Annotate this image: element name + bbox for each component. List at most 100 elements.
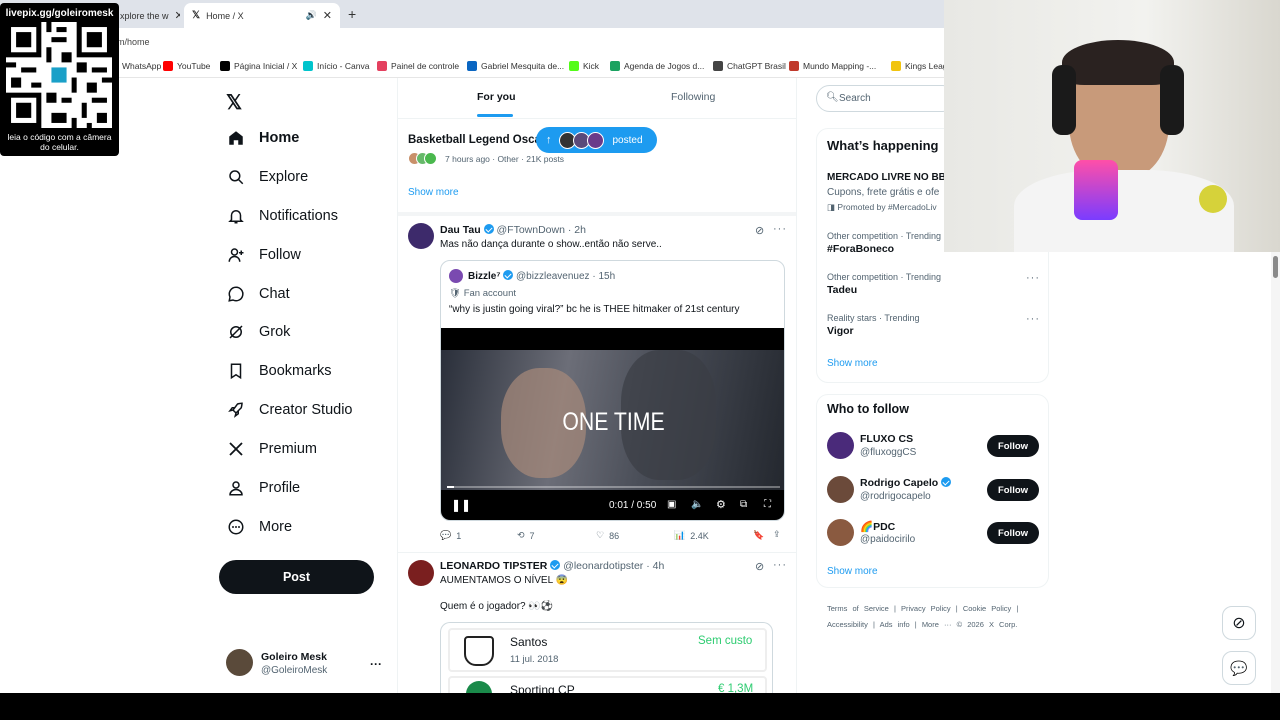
x-logo-icon[interactable]: 𝕏 [226, 90, 242, 115]
follow-suggestion-handle[interactable]: @fluxoggCS [860, 447, 916, 458]
footer-link[interactable]: Accessibility [827, 620, 868, 629]
browser-tab-explore[interactable]: xplore the w ✕ [112, 3, 180, 28]
tweet-author-name[interactable]: Dau Tau [440, 224, 481, 236]
follow-suggestion-handle[interactable]: @paidocirilo [860, 534, 915, 545]
footer-link[interactable]: Cookie Policy [963, 604, 1011, 613]
video-player[interactable]: ONE TIME ❚❚ 0:01 / 0:50 ▣ 🔈 ⚙ ⧉ ⛶ [441, 328, 784, 520]
footer-link[interactable]: More ··· [922, 620, 952, 629]
happening-show-more[interactable]: Show more [827, 358, 878, 369]
who-show-more[interactable]: Show more [827, 566, 878, 577]
nav-item-premium[interactable]: Premium [219, 430, 317, 468]
avatar[interactable] [827, 432, 854, 459]
footer-links-2[interactable]: Accessibility | Ads info | More ··· © 20… [827, 620, 1017, 629]
bookmark-item[interactable]: Kings Leag [891, 61, 948, 71]
footer-link[interactable]: Terms of Service [827, 604, 889, 613]
grok-icon[interactable]: ⊘ [755, 560, 764, 573]
avatar[interactable] [827, 476, 854, 503]
nav-item-notifications[interactable]: Notifications [219, 197, 338, 235]
nav-item-home[interactable]: Home [219, 119, 299, 157]
account-menu-icon[interactable]: ··· [370, 657, 382, 671]
trend-name[interactable]: Tadeu [827, 284, 857, 296]
bookmark-item[interactable]: Gabriel Mesquita de... [467, 61, 564, 71]
nav-item-bookmarks[interactable]: Bookmarks [219, 352, 332, 390]
chat-float-button[interactable]: 💬 [1222, 651, 1256, 685]
avatar[interactable] [408, 223, 434, 249]
browser-tab-home[interactable]: 𝕏 Home / X 🔊 ✕ [184, 3, 340, 28]
tweet-time[interactable]: · 2h [568, 224, 586, 236]
bookmark-item[interactable]: Painel de controle [377, 61, 459, 71]
share-icon[interactable]: ⇪ [773, 529, 781, 540]
transfer-card[interactable]: Santos 11 jul. 2018 Sem custo Sporting C… [440, 622, 773, 693]
scrollbar-track[interactable] [1271, 252, 1280, 693]
search-input[interactable]: 🔍︎ Search [816, 85, 956, 112]
avatar[interactable] [226, 649, 253, 676]
tweet-author-handle[interactable]: @leonardotipster [563, 560, 643, 572]
volume-icon[interactable]: 🔈 [691, 499, 703, 510]
trend-name[interactable]: #ForaBoneco [827, 243, 894, 255]
follow-button[interactable]: Follow [987, 435, 1039, 457]
promo-title[interactable]: MERCADO LIVRE NO BB [827, 172, 946, 183]
account-name[interactable]: Goleiro Mesk [261, 651, 327, 663]
tab-for-you[interactable]: For you [477, 91, 516, 103]
bookmark-item[interactable]: ChatGPT Brasil [713, 61, 786, 71]
tweet-author-handle[interactable]: @FTownDown [497, 224, 565, 236]
nav-item-explore[interactable]: Explore [219, 158, 308, 196]
nav-item-profile[interactable]: Profile [219, 469, 300, 507]
bookmark-item[interactable]: Agenda de Jogos d... [610, 61, 704, 71]
new-posts-pill[interactable]: ↑ posted [536, 127, 657, 153]
nav-item-grok[interactable]: Grok [219, 313, 290, 351]
scrollbar-thumb[interactable] [1273, 256, 1278, 278]
tweet-time[interactable]: · 4h [646, 560, 664, 572]
more-icon[interactable]: ··· [773, 559, 787, 571]
follow-button[interactable]: Follow [987, 522, 1039, 544]
more-icon[interactable]: ··· [1026, 272, 1040, 284]
follow-suggestion-handle[interactable]: @rodrigocapelo [860, 491, 931, 502]
avatar[interactable] [408, 560, 434, 586]
quote-tweet[interactable]: Bizzle⁷ @bizzleavenuez · 15h 🛡 Fan accou… [440, 260, 785, 521]
trend-name[interactable]: Vigor [827, 325, 854, 337]
more-icon[interactable]: ··· [773, 223, 787, 235]
footer-link[interactable]: © 2026 X Corp. [957, 620, 1018, 629]
fullscreen-icon[interactable]: ⛶ [764, 499, 771, 510]
nav-item-chat[interactable]: Chat [219, 275, 290, 313]
pause-icon[interactable]: ❚❚ [451, 498, 471, 512]
video-progress-track[interactable] [447, 486, 780, 488]
captions-icon[interactable]: ▣ [667, 499, 676, 510]
avatar[interactable] [827, 519, 854, 546]
grok-float-button[interactable]: ⊘ [1222, 606, 1256, 640]
promo-desc[interactable]: Cupons, frete grátis e ofe [827, 187, 939, 198]
trend-card-title[interactable]: Basketball Legend Osca [408, 134, 541, 146]
follow-suggestion-name[interactable]: FLUXO CS [860, 433, 913, 445]
nav-item-creator-studio[interactable]: Creator Studio [219, 391, 353, 429]
footer-link[interactable]: Ads info [880, 620, 910, 629]
reply-button[interactable]: 💬 1 [440, 530, 461, 541]
close-icon[interactable]: ✕ [175, 9, 180, 22]
bookmark-item[interactable]: Página Inicial / X [220, 61, 297, 71]
url-text[interactable]: m/home [117, 37, 150, 47]
footer-link[interactable]: Privacy Policy [901, 604, 951, 613]
follow-button[interactable]: Follow [987, 479, 1039, 501]
more-icon[interactable]: ··· [1026, 313, 1040, 325]
post-button[interactable]: Post [219, 560, 374, 594]
trend-show-more[interactable]: Show more [408, 187, 459, 198]
account-handle[interactable]: @GoleiroMesk [261, 665, 327, 676]
footer-links-1[interactable]: Terms of Service | Privacy Policy | Cook… [827, 604, 1018, 613]
nav-item-more[interactable]: More [219, 508, 292, 546]
nav-item-follow[interactable]: Follow [219, 236, 301, 274]
tab-following[interactable]: Following [671, 91, 715, 103]
bookmark-icon[interactable]: 🔖 [753, 530, 764, 541]
pip-icon[interactable]: ⧉ [740, 499, 747, 510]
settings-icon[interactable]: ⚙ [716, 498, 726, 511]
new-tab-button[interactable]: + [348, 6, 356, 22]
bookmark-item[interactable]: Mundo Mapping -... [789, 61, 876, 71]
grok-icon[interactable]: ⊘ [755, 224, 764, 237]
like-button[interactable]: ♡ 86 [596, 530, 619, 541]
views-button[interactable]: 📊 2.4K [674, 530, 709, 541]
bookmark-item[interactable]: YouTube [163, 61, 210, 71]
repost-button[interactable]: ⟲ 7 [517, 530, 535, 541]
tweet-author-name[interactable]: LEONARDO TIPSTER [440, 560, 547, 572]
speaker-icon[interactable]: 🔊 [306, 10, 317, 21]
bookmark-item[interactable]: Kick [569, 61, 599, 71]
follow-suggestion-name[interactable]: Rodrigo Capelo [860, 477, 952, 489]
follow-suggestion-name[interactable]: 🌈PDC [860, 520, 895, 533]
